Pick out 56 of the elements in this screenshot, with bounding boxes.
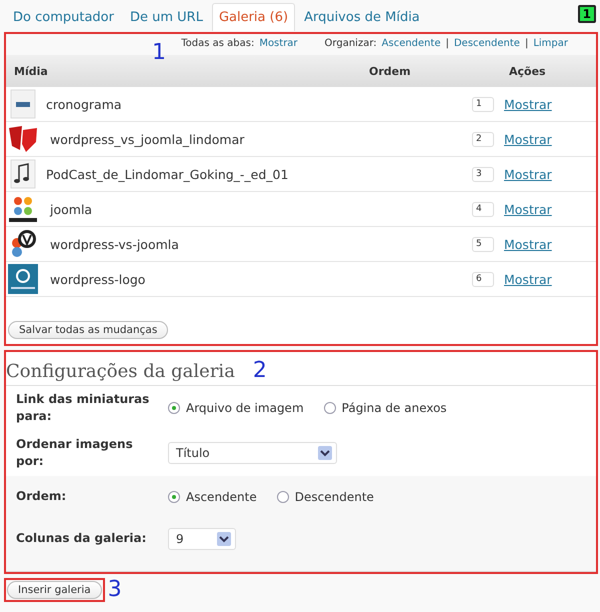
field-label: Ordenar imagens por: <box>16 436 134 470</box>
field-label: Link das miniaturas para: <box>16 391 150 426</box>
annotation-number: 2 <box>252 360 267 382</box>
show-link[interactable]: Mostrar <box>504 166 552 182</box>
media-name: joomla <box>50 202 94 216</box>
show-link[interactable]: Mostrar <box>504 236 552 252</box>
dropdown[interactable]: 9 <box>168 528 236 550</box>
tab[interactable]: De um URL <box>122 3 210 31</box>
media-name: PodCast_de_Lindomar_Goking_-_ed_01 <box>46 166 290 182</box>
order-field[interactable]: 1 <box>472 96 494 112</box>
caret-icon <box>318 446 332 460</box>
order-field[interactable]: 4 <box>472 202 494 216</box>
dropdown[interactable]: Título <box>168 442 337 464</box>
number-badge: 1 <box>578 5 596 23</box>
show-link[interactable]: Mostrar <box>504 96 552 112</box>
tab[interactable]: Arquivos de Mídia <box>297 3 427 31</box>
show-link[interactable]: Mostrar <box>504 272 552 286</box>
show-link[interactable]: Mostrar <box>504 202 552 216</box>
option-label: Descendente <box>294 490 374 504</box>
section-title: Configurações da galeria <box>6 360 235 382</box>
option-label: Página de anexos <box>342 401 447 416</box>
sort-link[interactable]: Descendente <box>454 38 520 49</box>
radio-button[interactable] <box>324 402 336 414</box>
option-label: Arquivo de imagem <box>186 401 304 416</box>
all-tabs-label: Todas as abas: <box>181 38 254 49</box>
radio-button[interactable] <box>168 402 180 414</box>
media-name: wordpress-vs-joomla <box>50 236 180 252</box>
tab[interactable]: Do computador <box>6 3 121 31</box>
show-link[interactable]: Mostrar <box>259 38 298 49</box>
order-field[interactable]: 3 <box>472 166 494 182</box>
column-header: Mídia <box>14 64 49 78</box>
column-header: Ações <box>509 64 546 78</box>
sort-label: Organizar: <box>324 38 377 49</box>
media-name: wordpress_vs_joomla_lindomar <box>50 132 246 146</box>
radio-button[interactable] <box>168 490 180 503</box>
field-label: Ordem: <box>16 488 68 505</box>
column-header: Ordem <box>369 64 412 78</box>
order-field[interactable]: 6 <box>472 272 494 286</box>
insert-gallery-button[interactable]: Inserir galeria <box>7 580 102 599</box>
order-field[interactable]: 2 <box>472 132 494 146</box>
annotation-number: 1 <box>152 42 166 64</box>
field-label: Colunas da galeria: <box>16 530 148 547</box>
show-link[interactable]: Mostrar <box>504 132 552 146</box>
separator: | <box>446 38 449 49</box>
separator: | <box>524 38 528 49</box>
sort-link[interactable]: Limpar <box>533 38 568 49</box>
sort-link[interactable]: Ascendente <box>382 38 441 49</box>
tab[interactable]: Galeria (6) <box>212 3 296 31</box>
annotation-number: 3 <box>108 578 122 601</box>
caret-icon <box>217 532 231 546</box>
option-label: Ascendente <box>186 490 257 504</box>
media-name: cronograma <box>46 96 123 112</box>
order-field[interactable]: 5 <box>472 236 494 252</box>
save-button[interactable]: Salvar todas as mudanças <box>8 321 168 339</box>
media-name: wordpress-logo <box>50 272 146 286</box>
radio-button[interactable] <box>276 490 289 503</box>
